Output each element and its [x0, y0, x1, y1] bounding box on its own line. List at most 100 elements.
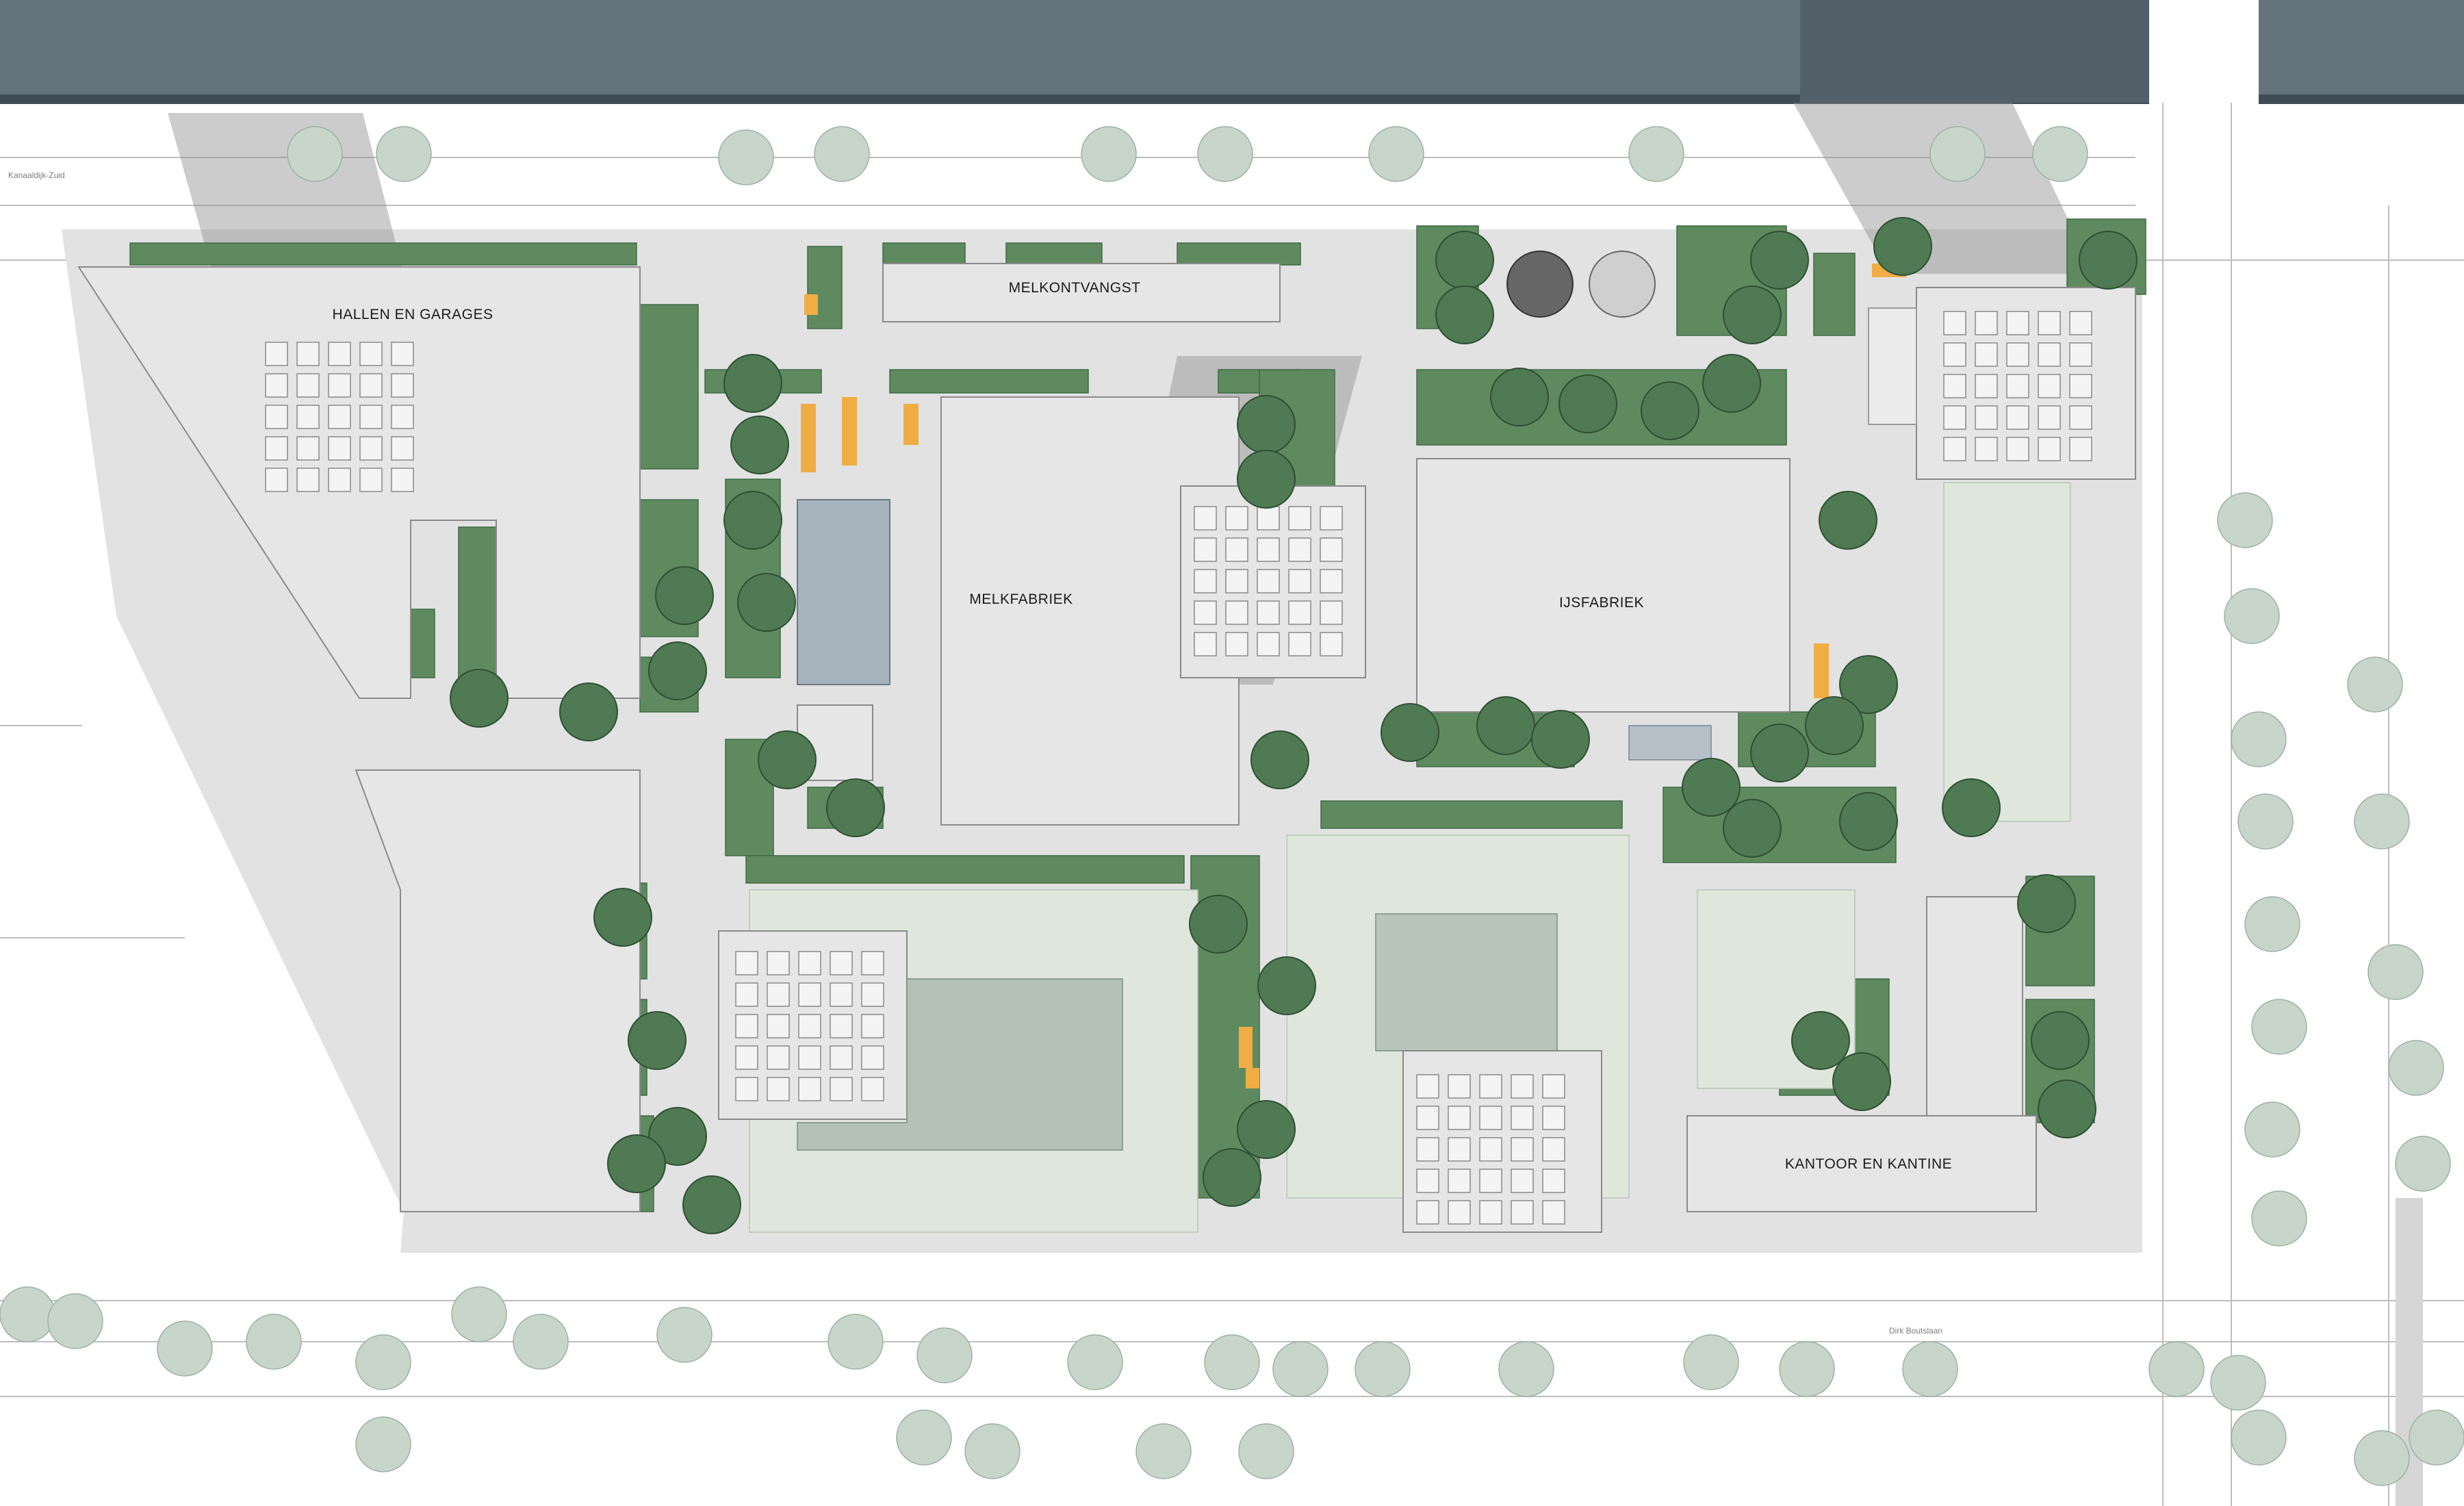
- street-tree: [2244, 1101, 2300, 1158]
- street-tree: [2237, 793, 2294, 850]
- street-tree: [2244, 896, 2300, 952]
- tree: [2079, 231, 2138, 290]
- street-tree: [827, 1314, 884, 1370]
- window: [1225, 537, 1248, 562]
- window: [328, 373, 351, 398]
- window: [830, 982, 853, 1007]
- window: [2069, 405, 2092, 430]
- tree: [1723, 285, 1782, 344]
- tree: [559, 682, 618, 741]
- tree: [1791, 1011, 1850, 1070]
- window: [1225, 506, 1248, 531]
- window: [767, 1045, 790, 1070]
- street-tree: [1135, 1423, 1192, 1479]
- window: [1194, 506, 1217, 531]
- window: [767, 982, 790, 1007]
- window: [1194, 537, 1217, 562]
- tree: [2031, 1011, 2090, 1070]
- window: [359, 468, 383, 492]
- street-tree: [2354, 793, 2410, 850]
- window: [359, 373, 383, 398]
- window: [328, 468, 351, 492]
- tree: [1750, 231, 1809, 290]
- street-tree: [47, 1293, 103, 1349]
- window: [265, 342, 288, 366]
- window: [2069, 342, 2092, 367]
- window: [1288, 506, 1311, 531]
- window: [1975, 437, 1998, 461]
- window: [861, 982, 884, 1007]
- window: [735, 1014, 758, 1038]
- window: [1479, 1169, 1502, 1193]
- tree: [607, 1134, 666, 1193]
- window: [1511, 1137, 1534, 1162]
- street-tree: [1197, 126, 1253, 182]
- street-tree: [2148, 1341, 2205, 1397]
- street-tree: [0, 1286, 55, 1342]
- street-tree: [451, 1286, 507, 1342]
- street-tree: [2388, 1040, 2444, 1096]
- street-tree: [2251, 999, 2307, 1055]
- window: [2038, 405, 2061, 430]
- window: [830, 951, 853, 975]
- label-kantoor-en-kantine: KANTOOR EN KANTINE: [1785, 1156, 1952, 1172]
- silo: [1589, 251, 1656, 318]
- tree: [682, 1175, 741, 1234]
- street-tree: [896, 1409, 952, 1466]
- window: [1975, 405, 1998, 430]
- street-tree: [2354, 1430, 2410, 1486]
- street-tree: [2367, 944, 2424, 1000]
- window: [861, 1014, 884, 1038]
- east-wing: [1868, 307, 1917, 425]
- window: [861, 1045, 884, 1070]
- window: [1542, 1200, 1565, 1225]
- tree: [1189, 895, 1248, 954]
- window: [1448, 1106, 1471, 1130]
- window: [391, 405, 414, 429]
- window: [1320, 600, 1343, 625]
- street-tree: [2231, 1409, 2287, 1466]
- window: [1416, 1106, 1439, 1130]
- tree: [1237, 1100, 1296, 1159]
- window: [735, 951, 758, 975]
- window: [1542, 1106, 1565, 1130]
- ijsfabriek-building: [1416, 458, 1791, 713]
- window: [1943, 374, 1966, 398]
- street-tree: [1683, 1334, 1739, 1390]
- window: [767, 1077, 790, 1101]
- street-tree: [964, 1423, 1021, 1479]
- tree: [648, 641, 707, 700]
- tree: [1257, 956, 1316, 1015]
- street-tree: [916, 1327, 973, 1383]
- window: [1511, 1169, 1534, 1193]
- window: [1943, 437, 1966, 461]
- window: [2038, 374, 2061, 398]
- street-tree: [246, 1314, 302, 1370]
- street-label-north: Kanaaldijk-Zuid: [8, 170, 65, 180]
- street-tree: [1628, 126, 1684, 182]
- tree: [723, 354, 782, 413]
- street-tree: [1368, 126, 1424, 182]
- tree: [1381, 703, 1439, 762]
- window: [1257, 632, 1280, 656]
- street-tree: [2032, 126, 2088, 182]
- window: [1288, 537, 1311, 562]
- street-tree: [1929, 126, 1986, 182]
- window: [1225, 632, 1248, 656]
- tree: [1839, 792, 1898, 851]
- window: [735, 1077, 758, 1101]
- window: [1479, 1074, 1502, 1099]
- tree: [1805, 696, 1864, 755]
- window: [328, 436, 351, 461]
- street-tree: [1238, 1423, 1294, 1479]
- window: [1194, 569, 1217, 594]
- window: [391, 342, 414, 366]
- window: [391, 468, 414, 492]
- tree: [1237, 450, 1296, 509]
- window: [798, 951, 821, 975]
- window: [1288, 600, 1311, 625]
- street-tree: [1081, 126, 1137, 182]
- street-tree: [2224, 588, 2280, 644]
- window: [1943, 342, 1966, 367]
- window: [296, 373, 320, 398]
